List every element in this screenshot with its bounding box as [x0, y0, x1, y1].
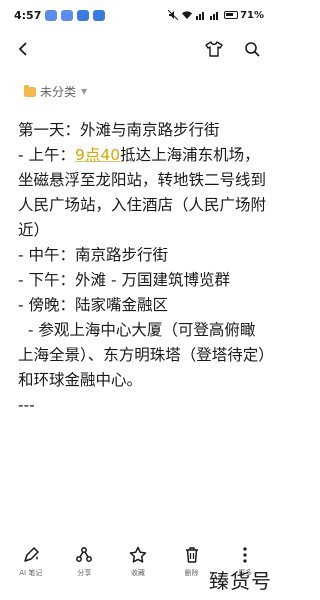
ai-note-label: AI 笔记 [19, 569, 43, 577]
ai-pen-icon [24, 547, 39, 562]
search-button[interactable] [242, 39, 262, 59]
ai-note-button[interactable]: AI 笔记 [6, 546, 56, 578]
back-button[interactable] [14, 39, 34, 59]
note-line: - 中午：南京路步行街 [18, 246, 169, 264]
search-icon [245, 42, 260, 57]
share-button[interactable]: 分享 [59, 546, 109, 578]
note-line: - 下午：外滩 - 万国建筑博览群 [18, 271, 230, 289]
signal-icon [196, 12, 205, 20]
watermark-text: 臻货号 [209, 569, 272, 593]
more-vertical-icon [243, 547, 247, 563]
status-bar: 4:57 71% [0, 0, 276, 30]
app-notification-icon [61, 9, 74, 21]
battery-indicator: 71% [224, 10, 264, 21]
back-arrow-icon [18, 42, 27, 56]
folder-label: 未分类 [40, 85, 77, 99]
battery-percent: 71% [240, 9, 264, 21]
top-bar [0, 30, 276, 68]
tshirt-icon [205, 41, 223, 57]
delete-label: 删除 [184, 569, 199, 577]
trash-icon [185, 547, 198, 563]
status-time: 4:57 [14, 8, 42, 22]
share-label: 分享 [77, 569, 92, 577]
note-line: - 参观上海中心大厦（可登高俯瞰上海全景）、东方明珠塔（登塔待定）和环球金融中心… [18, 321, 267, 389]
theme-button[interactable] [204, 39, 224, 59]
collect-button[interactable]: 收藏 [113, 546, 163, 578]
signal-icon [210, 12, 219, 20]
share-icon [76, 547, 93, 562]
note-line: - 傍晚：陆家嘴金融区 [18, 296, 169, 314]
truncated-text-line [16, 61, 21, 75]
app-notification-icon [77, 9, 90, 21]
mute-icon [168, 10, 179, 20]
highlighted-time[interactable]: 9点40 [75, 146, 120, 164]
note-content[interactable]: 第一天：外滩与南京路步行街 - 上午：9点40抵达上海浦东机场，坐磁悬浮至龙阳站… [18, 118, 266, 418]
wifi-icon [182, 11, 193, 19]
note-line: - 上午：9点40抵达上海浦东机场，坐磁悬浮至龙阳站，转地铁二号线到人民广场站，… [18, 146, 267, 239]
app-notification-icon [45, 9, 58, 21]
folder-selector[interactable]: 未分类 ▼ [24, 83, 87, 100]
folder-icon [24, 84, 36, 97]
collect-label: 收藏 [130, 569, 145, 577]
star-icon [129, 546, 147, 563]
app-notification-icon [93, 9, 106, 21]
note-line: 第一天：外滩与南京路步行街 [18, 121, 220, 139]
note-line: --- [18, 396, 35, 414]
battery-icon [224, 11, 239, 19]
chevron-down-icon: ▼ [81, 87, 88, 96]
